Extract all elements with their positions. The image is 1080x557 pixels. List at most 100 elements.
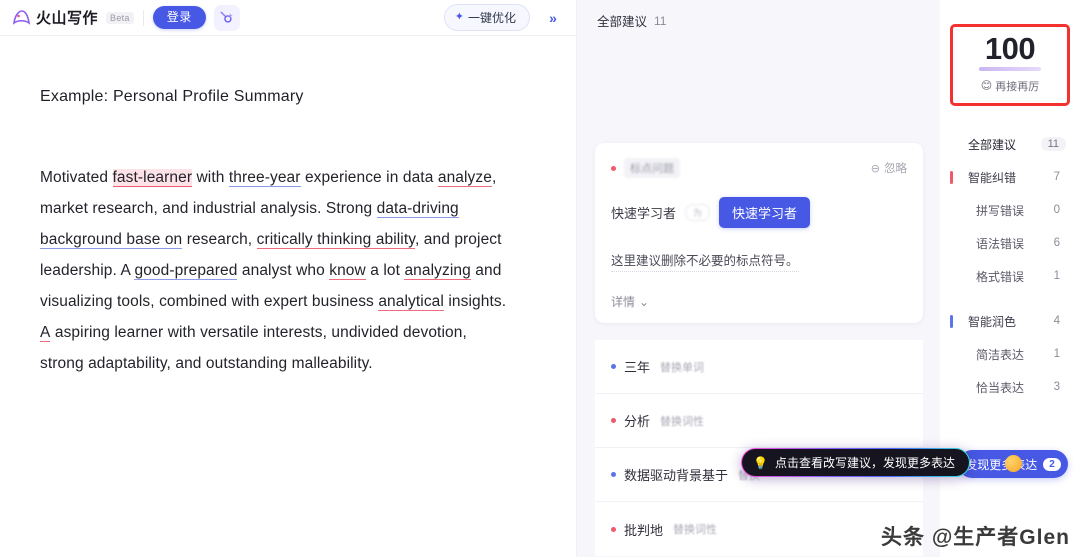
toolbar-divider: [142, 9, 144, 26]
suggestion-action: 替换词性: [660, 415, 705, 428]
sidebar-item-count: 1: [1053, 348, 1060, 361]
sidebar-item-label: 智能润色: [968, 314, 1017, 329]
sidebar-item-label: 简洁表达: [976, 347, 1025, 362]
score-caption-text: 再接再厉: [995, 80, 1040, 93]
suggestion-card[interactable]: 标点问题 ⊖ 忽略 快速学习者 为 快速学习者 这里建议删除不必要的标点符号。 …: [595, 143, 923, 323]
text-run: with: [192, 169, 229, 186]
flagged-text-9[interactable]: critically thinking ability: [256, 231, 415, 249]
sidebar-item-label: 语法错误: [976, 236, 1025, 251]
ignore-label: 忽略: [884, 163, 907, 175]
sidebar-item-count: 11: [1040, 137, 1066, 152]
sidebar-item-grammar-errors[interactable]: 语法错误 6: [940, 227, 1080, 260]
suggestion-list-item-3[interactable]: 批判地 替换词性: [595, 502, 923, 556]
flagged-text-5[interactable]: analyze: [437, 169, 492, 187]
sidebar-item-smart-polish[interactable]: 智能润色 4: [940, 305, 1080, 338]
flagged-text-1[interactable]: fast-learner: [112, 169, 193, 187]
document-paragraph[interactable]: Motivated fast-learner with three-year e…: [40, 162, 510, 379]
sidebar-item-count: 4: [1053, 315, 1060, 328]
sidebar-item-label: 恰当表达: [976, 380, 1025, 395]
sidebar-item-count: 1: [1053, 270, 1060, 283]
editor-column: 火山写作 Beta 登录 ✦ 一键优化 » Example: Personal …: [0, 0, 576, 557]
apply-replacement-button[interactable]: 快速学习者: [719, 197, 811, 228]
volcano-logo-icon: [12, 8, 31, 27]
optimize-label: 一键优化: [467, 11, 516, 25]
sidebar-item-count: 7: [1053, 171, 1060, 184]
details-label: 详情: [611, 295, 636, 309]
suggestion-replacement-row: 快速学习者 为 快速学习者: [611, 197, 907, 228]
brand-logo: 火山写作 Beta: [12, 7, 134, 28]
flagged-text-17[interactable]: analytical: [378, 293, 444, 311]
suggestion-list-item-0[interactable]: 三年 替换单词: [595, 340, 923, 394]
one-click-optimize-button[interactable]: ✦ 一键优化: [443, 4, 530, 31]
smiley-icon: 😊: [980, 80, 993, 93]
minus-circle-icon: ⊖: [870, 162, 880, 175]
severity-dot-icon: [611, 418, 616, 423]
original-text: 快速学习者: [611, 206, 677, 221]
document-title: Example: Personal Profile Summary: [40, 88, 304, 105]
suggestions-header-label: 全部建议: [597, 15, 648, 29]
suggestion-word: 数据驱动背景基于: [624, 468, 729, 483]
severity-dot-icon: [611, 165, 616, 171]
severity-dot-icon: [611, 364, 616, 369]
chevron-down-icon: ⌄: [639, 294, 650, 309]
lightbulb-icon: 💡: [753, 455, 768, 470]
category-nav: 全部建议 11 智能纠错 7 拼写错误 0 语法错误 6 格式错误 1 智能润色…: [940, 128, 1080, 404]
sidebar-item-appropriate-expression[interactable]: 恰当表达 3: [940, 371, 1080, 404]
magic-wand-icon[interactable]: [213, 4, 240, 31]
sidebar-item-format-errors[interactable]: 格式错误 1: [940, 260, 1080, 293]
suggestions-header: 全部建议 11: [577, 0, 940, 30]
severity-dot-icon: [611, 472, 616, 477]
score-value: 100: [984, 31, 1036, 66]
flagged-text-19[interactable]: A: [40, 324, 51, 342]
severity-dot-icon: [611, 526, 616, 532]
ignore-button[interactable]: ⊖ 忽略: [871, 160, 907, 176]
more-button-badge: 2: [1043, 457, 1061, 471]
suggestions-header-count: 11: [654, 13, 667, 28]
suggestion-word: 分析: [624, 414, 651, 429]
flagged-text-13[interactable]: know: [329, 262, 366, 280]
sidebar-item-count: 6: [1053, 237, 1060, 250]
sidebar-item-spelling-errors[interactable]: 拼写错误 0: [940, 194, 1080, 227]
more-button-label: 发现更多表达: [965, 457, 1038, 472]
sidebar-item-label: 拼写错误: [976, 203, 1025, 218]
login-button[interactable]: 登录: [152, 5, 206, 30]
document-area[interactable]: Example: Personal Profile Summary Motiva…: [0, 36, 576, 379]
text-run: aspiring learner with versatile interest…: [40, 324, 467, 372]
sidebar-item-concise-expression[interactable]: 简洁表达 1: [940, 338, 1080, 371]
sidebar-item-label: 格式错误: [976, 269, 1025, 284]
app-root: 火山写作 Beta 登录 ✦ 一键优化 » Example: Personal …: [0, 0, 1080, 557]
flagged-text-3[interactable]: three-year: [228, 169, 301, 187]
sidebar-item-count: 3: [1053, 381, 1060, 394]
suggestion-explanation: 这里建议删除不必要的标点符号。: [611, 250, 799, 272]
suggestion-word: 批判地: [624, 522, 664, 538]
text-run: a lot: [365, 262, 405, 279]
sidebar-item-count: 0: [1053, 204, 1060, 217]
orange-highlight-blob-icon: [1005, 455, 1022, 472]
change-to-pill: 为: [685, 204, 711, 221]
score-card: 100 😊 再接再厉: [950, 24, 1070, 106]
flagged-text-11[interactable]: good-prepared: [134, 262, 238, 280]
category-color-bar: [950, 314, 953, 328]
suggestion-list-item-1[interactable]: 分析 替换词性: [595, 394, 923, 448]
sidebar-item-label: 全部建议: [968, 137, 1017, 152]
score-underline-decoration: [979, 66, 1041, 71]
suggestion-category-tag: 标点问题: [624, 158, 680, 178]
collapse-panel-button[interactable]: »: [540, 5, 566, 31]
suggestion-word: 三年: [624, 360, 651, 375]
sidebar-item-all-suggestions[interactable]: 全部建议 11: [940, 128, 1080, 161]
rewrite-hint-tooltip: 💡 点击查看改写建议，发现更多表达: [741, 448, 970, 477]
top-toolbar: 火山写作 Beta 登录 ✦ 一键优化 »: [0, 0, 576, 36]
suggestion-details-toggle[interactable]: 详情 ⌄: [611, 293, 907, 310]
flagged-text-15[interactable]: analyzing: [404, 262, 471, 280]
category-color-bar: [950, 170, 953, 184]
suggestion-action: 替换词性: [673, 524, 718, 536]
text-run: Motivated: [40, 169, 113, 186]
sparkle-icon: ✦: [454, 11, 464, 23]
suggestion-action: 替换单词: [660, 361, 705, 374]
text-run: analyst who: [237, 262, 330, 279]
text-run: insights.: [443, 293, 507, 310]
text-run: experience in data: [300, 169, 438, 186]
sidebar-item-smart-correction[interactable]: 智能纠错 7: [940, 161, 1080, 194]
brand-name: 火山写作: [36, 10, 99, 27]
text-run: research,: [182, 231, 257, 248]
